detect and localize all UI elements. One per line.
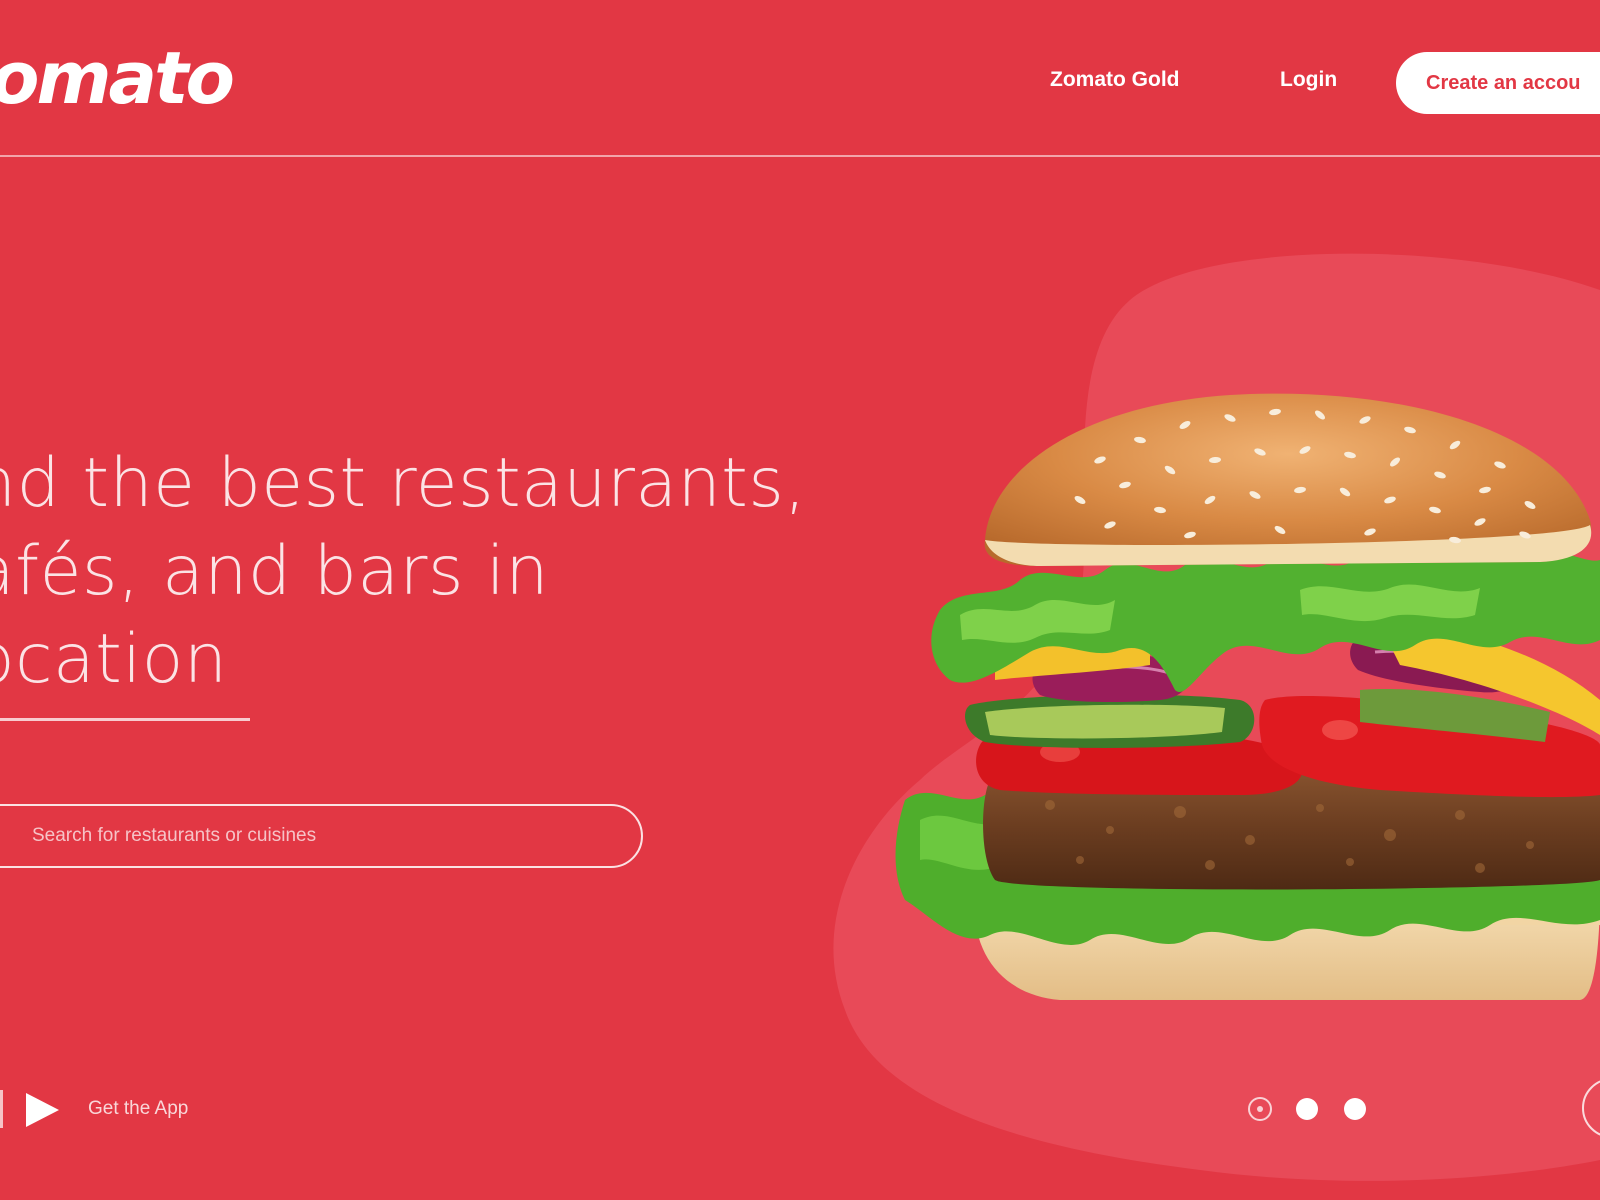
carousel-dot[interactable] [1344,1098,1366,1120]
carousel-dot[interactable] [1296,1098,1318,1120]
headline-line-1: nd the best restaurants, [0,444,807,523]
headline-line-2: afés, and bars in [0,532,549,611]
get-the-app-link[interactable]: Get the App [88,1098,188,1120]
nav-login[interactable]: Login [1280,68,1337,92]
divider [0,1090,3,1128]
play-icon[interactable] [22,1090,62,1130]
header-divider [0,155,1600,157]
search-box [0,804,643,868]
create-account-button[interactable]: Create an accou [1396,52,1600,114]
zomato-logo[interactable]: omato [0,42,235,114]
location-underline [0,718,250,721]
headline-location[interactable]: ocation [0,616,806,704]
carousel-dot-active[interactable] [1248,1097,1272,1121]
nav-zomato-gold[interactable]: Zomato Gold [1050,68,1180,92]
hero-headline: nd the best restaurants, afés, and bars … [0,440,806,704]
search-input[interactable] [0,806,641,866]
